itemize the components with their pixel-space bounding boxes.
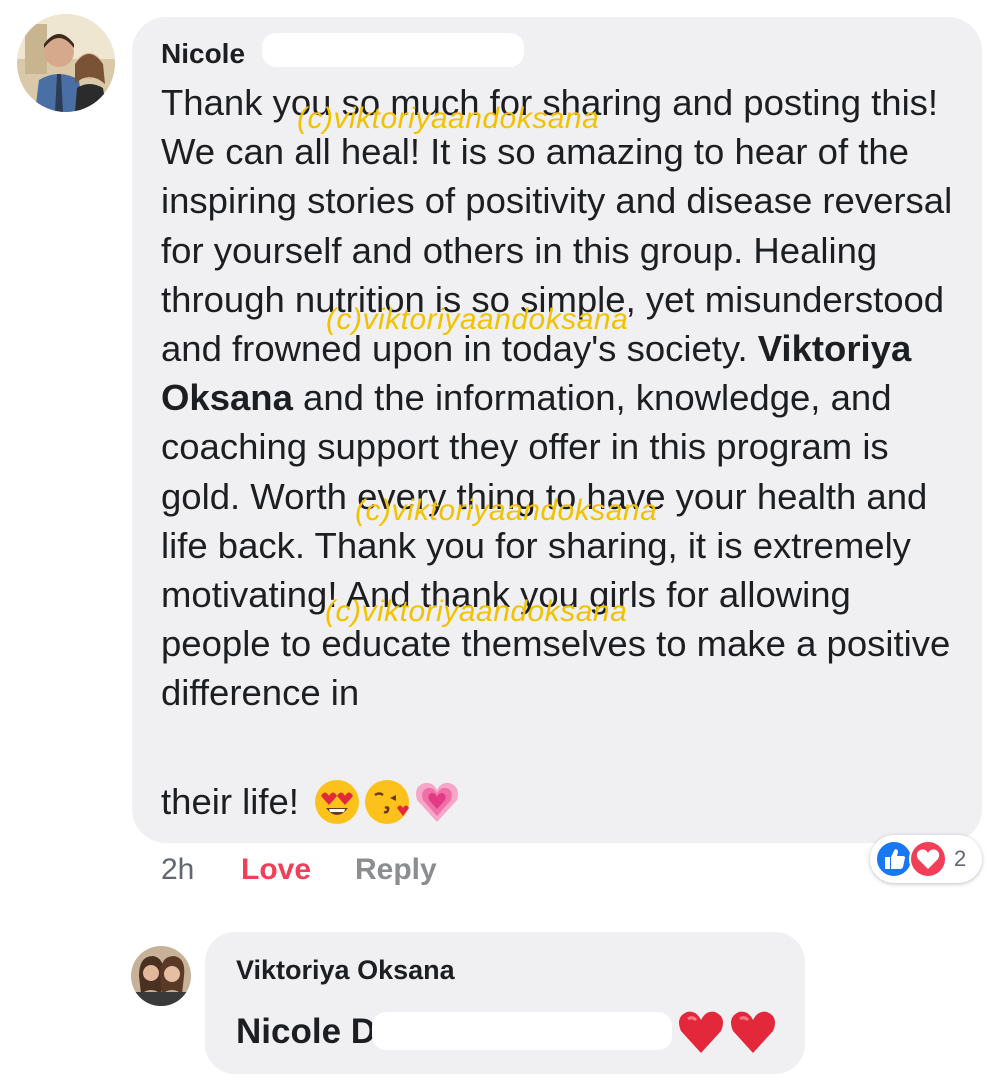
love-reaction-button[interactable]: Love [241,853,311,887]
avatar-photo [17,14,115,112]
comment-body: Thank you so much for sharing and postin… [161,78,961,718]
redaction-bar [372,1012,672,1050]
avatar-photo [131,946,191,1006]
comment-text-end: and the information, knowledge, and coac… [161,377,951,714]
heart-eyes-emoji [314,780,359,824]
comment-author-name[interactable]: Nicole [161,38,245,70]
red-heart-emoji [679,1011,724,1053]
reply-mention[interactable]: Nicole D [236,1012,376,1052]
reply-button[interactable]: Reply [355,853,437,887]
comment-timestamp[interactable]: 2h [161,853,194,887]
commenter-avatar[interactable] [17,14,115,112]
reaction-summary[interactable]: 2 [870,835,982,883]
comment-text-start: Thank you so much for sharing and postin… [161,82,953,370]
redaction-bar [262,33,524,67]
reply-author-name[interactable]: Viktoriya Oksana [236,955,455,986]
reply-avatar[interactable] [131,946,191,1006]
growing-heart-emoji [415,782,458,822]
reaction-count: 2 [954,846,967,871]
comment-last-line: their life! [161,774,461,830]
kissing-heart-emoji [364,780,409,824]
love-icon [909,840,947,878]
comment-last-line-text: their life! [161,781,299,822]
red-heart-emoji [731,1011,776,1053]
